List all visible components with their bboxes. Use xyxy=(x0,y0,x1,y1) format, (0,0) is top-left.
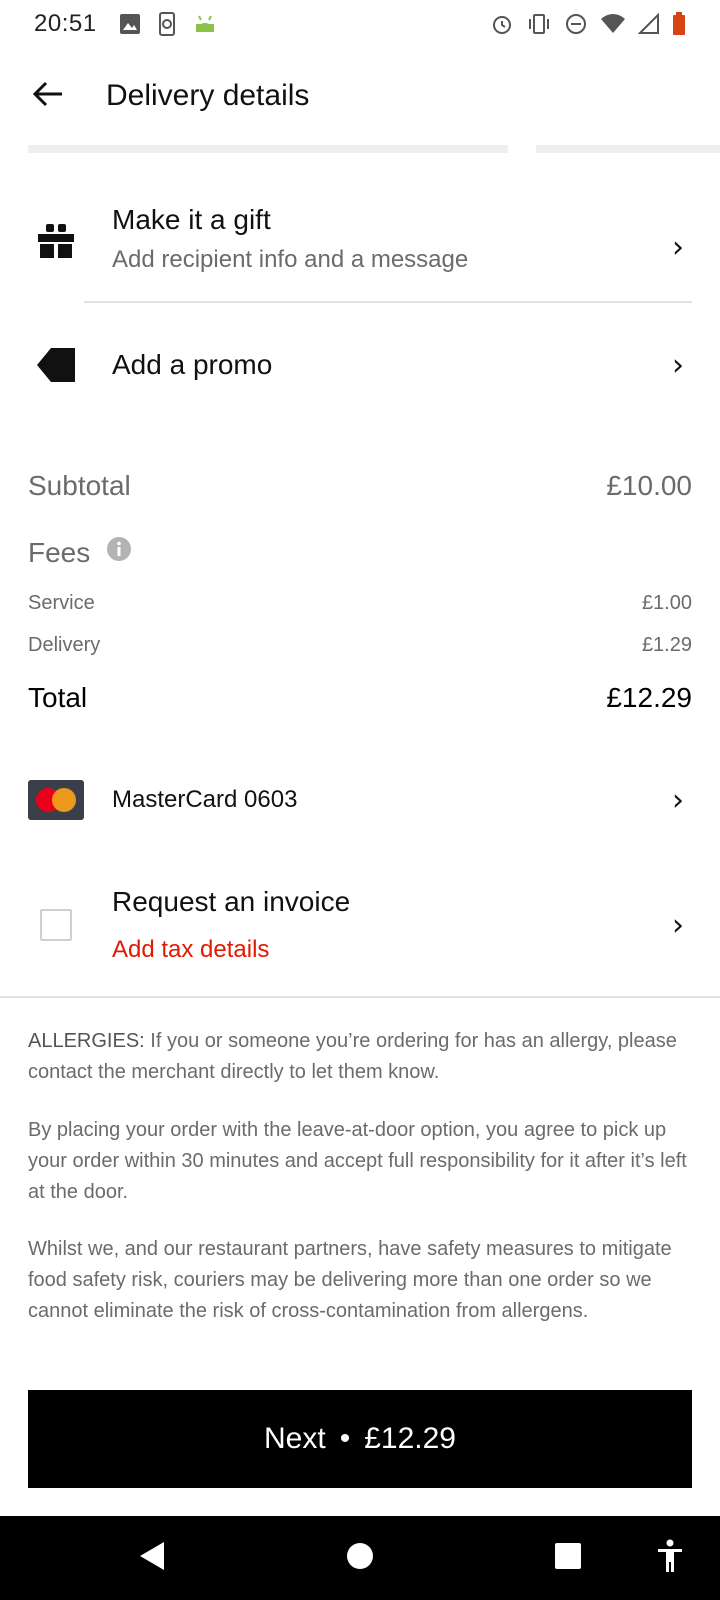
nav-recents-button[interactable] xyxy=(536,1516,600,1600)
card-label: MasterCard 0603 xyxy=(112,786,298,813)
fees-heading: Fees xyxy=(28,536,132,569)
carousel-card-stub xyxy=(536,145,720,153)
android-icon xyxy=(193,14,217,34)
nav-back-icon xyxy=(138,1541,166,1576)
page-title: Delivery details xyxy=(106,79,310,112)
status-left-icons xyxy=(119,12,217,36)
carousel-card-stub xyxy=(28,145,508,153)
chevron-right-icon: › xyxy=(672,782,684,818)
allergies-notice: ALLERGIES: If you or someone you’re orde… xyxy=(28,1026,692,1088)
nav-home-icon xyxy=(346,1542,374,1575)
status-time: 20:51 xyxy=(34,10,97,37)
leave-at-door-notice: By placing your order with the leave-at-… xyxy=(28,1119,687,1203)
invoice-checkbox-wrap xyxy=(28,909,84,941)
alarm-icon xyxy=(490,12,514,36)
nav-home-button[interactable] xyxy=(328,1516,392,1600)
promo-text: Add a promo xyxy=(112,349,272,381)
gift-title: Make it a gift xyxy=(112,204,271,235)
add-tax-details-link[interactable]: Add tax details xyxy=(112,936,350,964)
subtotal-line: Subtotal £10.00 xyxy=(28,470,692,502)
info-icon[interactable] xyxy=(106,536,132,569)
chevron-right-icon: › xyxy=(672,347,684,383)
total-line: Total £12.29 xyxy=(28,682,692,714)
arrow-left-icon xyxy=(32,80,64,113)
back-button[interactable] xyxy=(20,68,76,124)
payment-method-row[interactable]: MasterCard 0603 › xyxy=(0,770,720,830)
invoice-checkbox[interactable] xyxy=(40,909,72,941)
service-fee-line: Service £1.00 xyxy=(28,592,692,615)
food-safety-notice: Whilst we, and our restaurant partners, … xyxy=(28,1238,672,1322)
accessibility-icon xyxy=(656,1539,684,1578)
gift-subtitle: Add recipient info and a message xyxy=(112,246,469,273)
next-button[interactable]: Next • £12.29 xyxy=(28,1390,692,1488)
status-bar: 20:51 xyxy=(0,0,720,48)
app-bar: Delivery details xyxy=(0,56,720,136)
add-promo-row[interactable]: Add a promo › xyxy=(0,330,720,400)
chevron-right-icon: › xyxy=(672,907,684,943)
vibrate-icon xyxy=(526,13,552,35)
wifi-icon xyxy=(600,13,626,35)
subtotal-value: £10.00 xyxy=(606,470,692,501)
allergies-label: ALLERGIES: xyxy=(28,1030,145,1052)
next-label: Next xyxy=(264,1422,326,1455)
next-amount: £12.29 xyxy=(364,1422,456,1455)
promo-title: Add a promo xyxy=(112,349,273,380)
invoice-text: Request an invoice Add tax details xyxy=(112,886,350,964)
nav-back-button[interactable] xyxy=(120,1516,184,1600)
chevron-right-icon: › xyxy=(672,229,684,265)
subtotal-label: Subtotal xyxy=(28,470,131,501)
phone-sync-icon xyxy=(157,12,177,36)
accessibility-button[interactable] xyxy=(640,1516,700,1600)
gift-icon xyxy=(28,220,84,260)
request-invoice-row[interactable]: Request an invoice Add tax details › xyxy=(0,870,720,980)
signal-icon xyxy=(638,13,660,35)
total-value: £12.29 xyxy=(606,682,692,713)
status-right-icons xyxy=(490,12,686,36)
delivery-fee-line: Delivery £1.29 xyxy=(28,634,692,657)
total-label: Total xyxy=(28,682,88,713)
divider xyxy=(84,301,692,303)
service-label: Service xyxy=(28,592,95,614)
service-value: £1.00 xyxy=(641,592,692,614)
section-divider xyxy=(0,996,720,998)
battery-icon xyxy=(672,12,686,36)
dnd-icon xyxy=(564,12,588,36)
tag-icon xyxy=(28,346,84,384)
payment-text: MasterCard 0603 xyxy=(112,786,297,814)
fees-label: Fees xyxy=(28,536,91,568)
image-icon xyxy=(119,13,141,35)
system-nav-bar xyxy=(0,1516,720,1600)
delivery-value: £1.29 xyxy=(641,634,692,656)
next-separator: • xyxy=(339,1422,351,1455)
nav-recents-icon xyxy=(554,1542,582,1575)
delivery-label: Delivery xyxy=(28,634,101,656)
make-gift-row[interactable]: Make it a gift Add recipient info and a … xyxy=(0,192,720,302)
invoice-title: Request an invoice xyxy=(112,886,351,917)
mastercard-icon xyxy=(28,780,84,820)
gift-text: Make it a gift Add recipient info and a … xyxy=(112,204,468,274)
